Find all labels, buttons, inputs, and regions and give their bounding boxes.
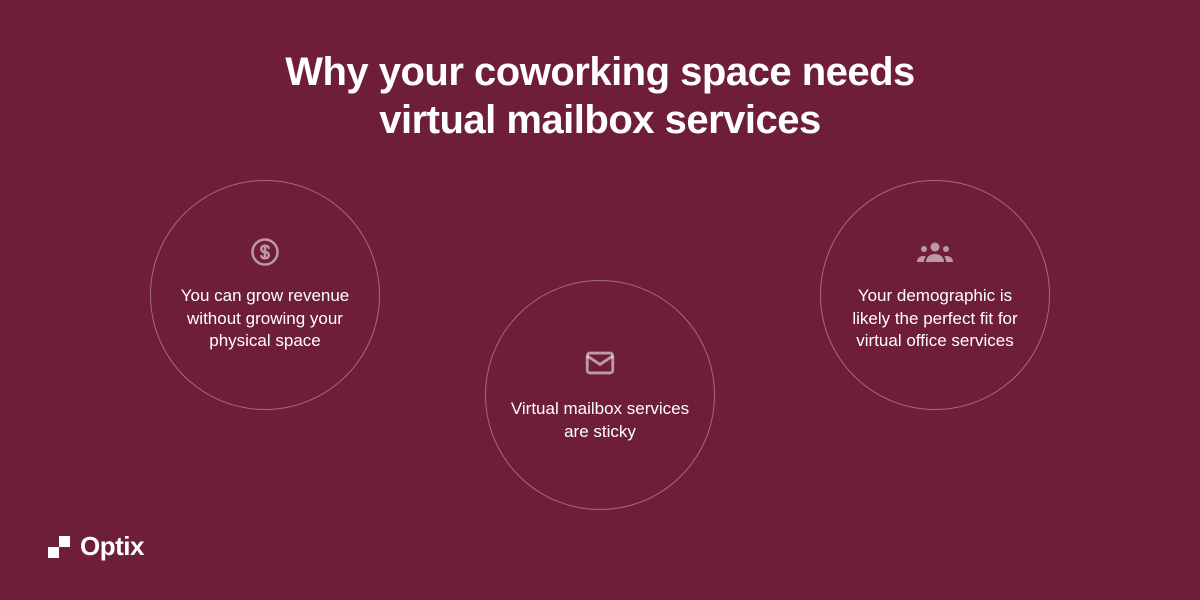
benefit-label: Virtual mailbox services are sticky: [510, 398, 690, 444]
benefit-circle-revenue: You can grow revenue without growing you…: [150, 180, 380, 410]
heading-line-1: Why your coworking space needs: [285, 50, 915, 94]
page-title: Why your coworking space needs virtual m…: [0, 0, 1200, 144]
benefit-circles: You can grow revenue without growing you…: [0, 160, 1200, 540]
benefit-circle-demographic: Your demographic is likely the perfect f…: [820, 180, 1050, 410]
brand-mark-icon: [48, 536, 70, 558]
people-icon: [915, 237, 955, 267]
mail-icon: [583, 346, 617, 380]
benefit-label: You can grow revenue without growing you…: [175, 285, 355, 354]
dollar-icon: [250, 237, 280, 267]
brand-logo: Optix: [48, 531, 144, 562]
heading-line-2: virtual mailbox services: [379, 98, 821, 142]
brand-name: Optix: [80, 531, 144, 562]
benefit-label: Your demographic is likely the perfect f…: [845, 285, 1025, 354]
benefit-circle-sticky: Virtual mailbox services are sticky: [485, 280, 715, 510]
